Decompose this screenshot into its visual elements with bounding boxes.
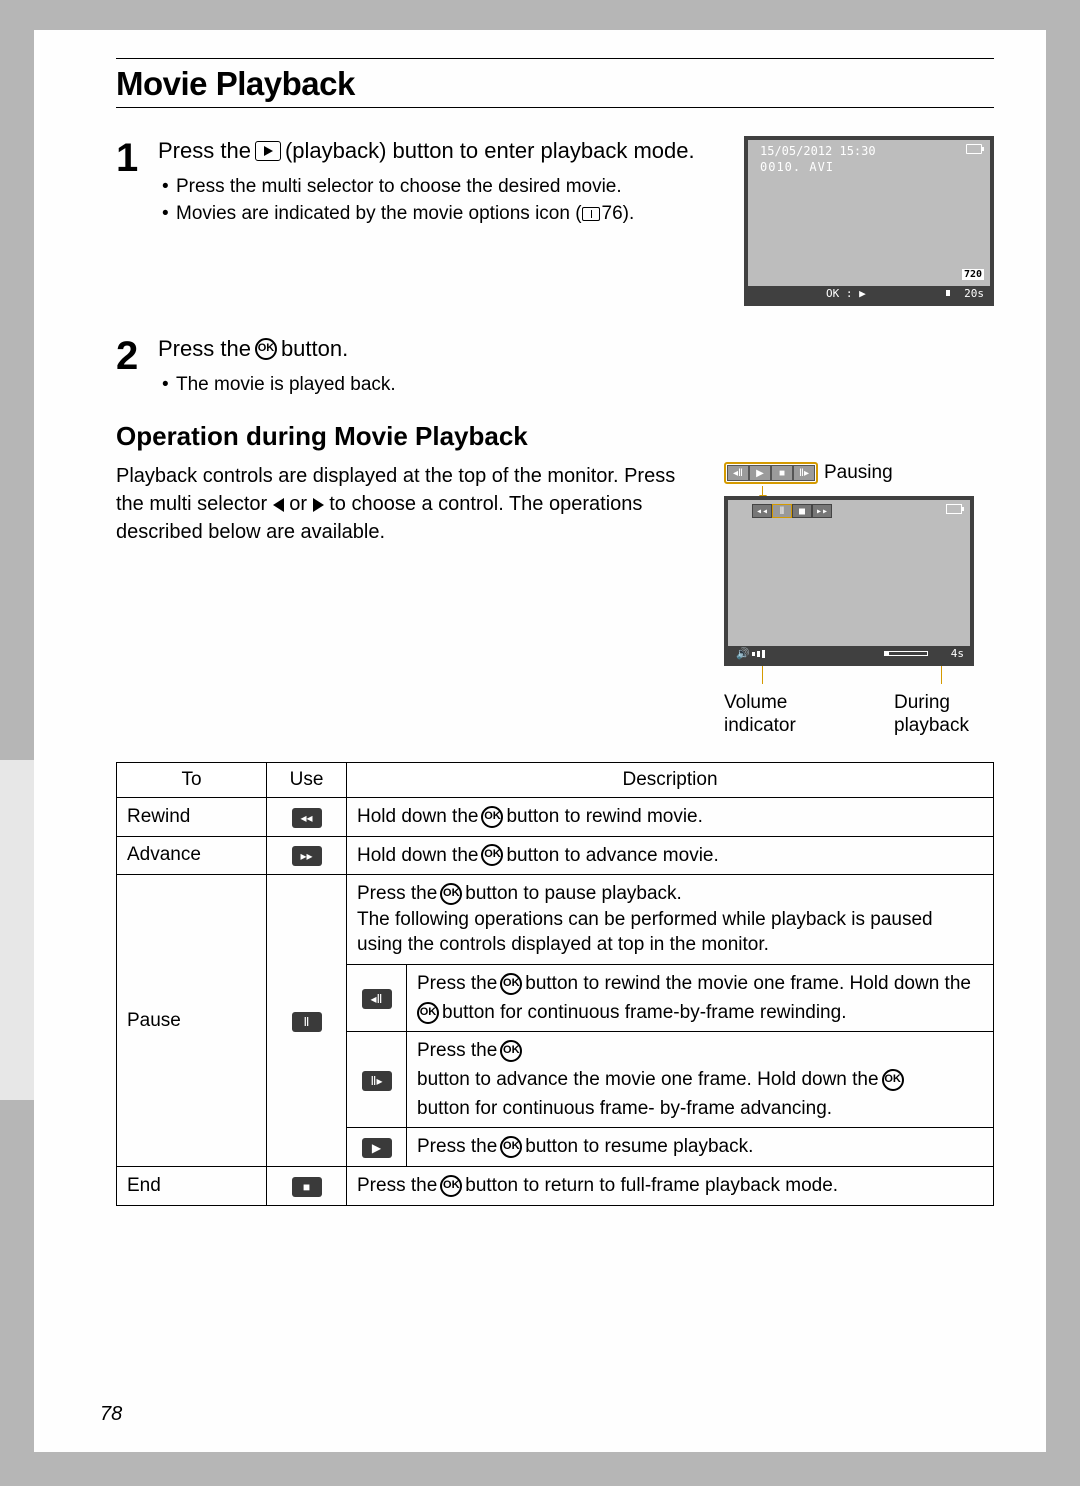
pausing-controls-icon: ◂Ⅱ▶■Ⅱ▸ [724,462,818,484]
step-2-number: 2 [116,334,158,399]
left-arrow-icon [273,498,284,512]
battery-icon [966,144,982,154]
subheading: Operation during Movie Playback [116,421,994,452]
screen1-progress [946,290,950,296]
screen2-time: 4s [951,647,964,660]
step-2: 2 Press the OK button. The movie is play… [116,334,994,399]
end-desc: Press the OK button to return to full-fr… [357,1173,983,1199]
page-ref-icon [582,207,600,221]
ok-button-icon: OK [440,1175,462,1197]
ok-button-icon: OK [500,973,522,995]
ok-button-icon: OK [417,1002,439,1024]
pause-intro: Press the OK button to pause playback. [357,881,983,907]
row-rewind: Rewind ◂◂ Hold down the OK button to rew… [117,797,994,836]
ok-button-icon: OK [481,806,503,828]
rewind-icon: ◂◂ [292,808,322,828]
screen1-ok: OK : ▶ [826,287,866,300]
screen-preview-2: ◂◂Ⅱ■▸▸ 🔊 4s [724,496,974,666]
operation-paragraph: Playback controls are displayed at the t… [116,462,686,546]
callout-line-icon [941,666,942,684]
fig-label-volume: Volume indicator [724,692,814,738]
playback-icon [255,141,281,161]
table-header-row: To Use Description [117,762,994,797]
frame-rewind-desc: Press the OK button to rewind the movie … [417,971,983,1025]
progress-bar [884,651,928,656]
row-end: End ■ Press the OK button to return to f… [117,1166,994,1205]
col-description: Description [347,762,994,797]
resume-desc: Press the OK button to resume playback. [417,1134,983,1160]
step-2-bullet: The movie is played back. [172,372,994,398]
frame-advance-icon: Ⅱ▸ [362,1071,392,1091]
step-2-heading: Press the OK button. [158,334,994,364]
screen1-date: 15/05/2012 15:30 [760,144,876,158]
page: Movie Playback 1 Press the (playback) bu… [34,30,1046,1452]
ok-button-icon: OK [500,1040,522,1062]
ok-button-icon: OK [255,338,277,360]
rewind-description: Hold down the OK button to rewind movie. [357,804,983,830]
ok-button-icon: OK [440,883,462,905]
playback-control-strip: ◂◂Ⅱ■▸▸ [752,504,832,518]
callout-line-icon [762,666,763,684]
pause-icon: Ⅱ [292,1012,322,1032]
row-advance: Advance ▸▸ Hold down the OK button to ad… [117,836,994,875]
step-1-bullet-2: Movies are indicated by the movie option… [172,201,726,227]
volume-indicator-icon: 🔊 [736,647,765,660]
step-1: 1 Press the (playback) button to enter p… [116,136,994,306]
advance-icon: ▸▸ [292,846,322,866]
operations-table: To Use Description Rewind ◂◂ Hold down t… [116,762,994,1206]
page-number: 78 [100,1403,122,1426]
col-to: To [117,762,267,797]
battery-icon [946,504,962,514]
pausing-arrow-icon [762,486,763,496]
ok-button-icon: OK [500,1136,522,1158]
right-arrow-icon [313,498,324,512]
fig-label-during: During playback [894,692,984,738]
advance-description: Hold down the OK button to advance movie… [357,843,983,869]
step-1-heading: Press the (playback) button to enter pla… [158,136,726,166]
side-tab [0,760,34,1100]
screen-preview-1: 15/05/2012 15:30 0010. AVI 720 OK : ▶ 20… [744,136,994,306]
resolution-badge: 720 [962,269,984,280]
pause-intro-2: The following operations can be performe… [357,907,983,958]
play-icon: ▶ [362,1138,392,1158]
page-title: Movie Playback [116,65,994,103]
screen1-file: 0010. AVI [760,160,834,174]
row-pause-intro: Pause Ⅱ Press the OK button to pause pla… [117,875,994,965]
frame-rewind-icon: ◂Ⅱ [362,989,392,1009]
pausing-indicator: ◂Ⅱ▶■Ⅱ▸ Pausing [724,462,994,484]
ok-button-icon: OK [882,1069,904,1091]
col-use: Use [267,762,347,797]
stop-icon: ■ [292,1177,322,1197]
screen1-time: 20s [964,287,984,300]
ok-button-icon: OK [481,844,503,866]
step-1-bullet-1: Press the multi selector to choose the d… [172,174,726,200]
step-1-number: 1 [116,136,158,306]
frame-advance-desc: Press the OK button to advance the movie… [417,1038,983,1121]
